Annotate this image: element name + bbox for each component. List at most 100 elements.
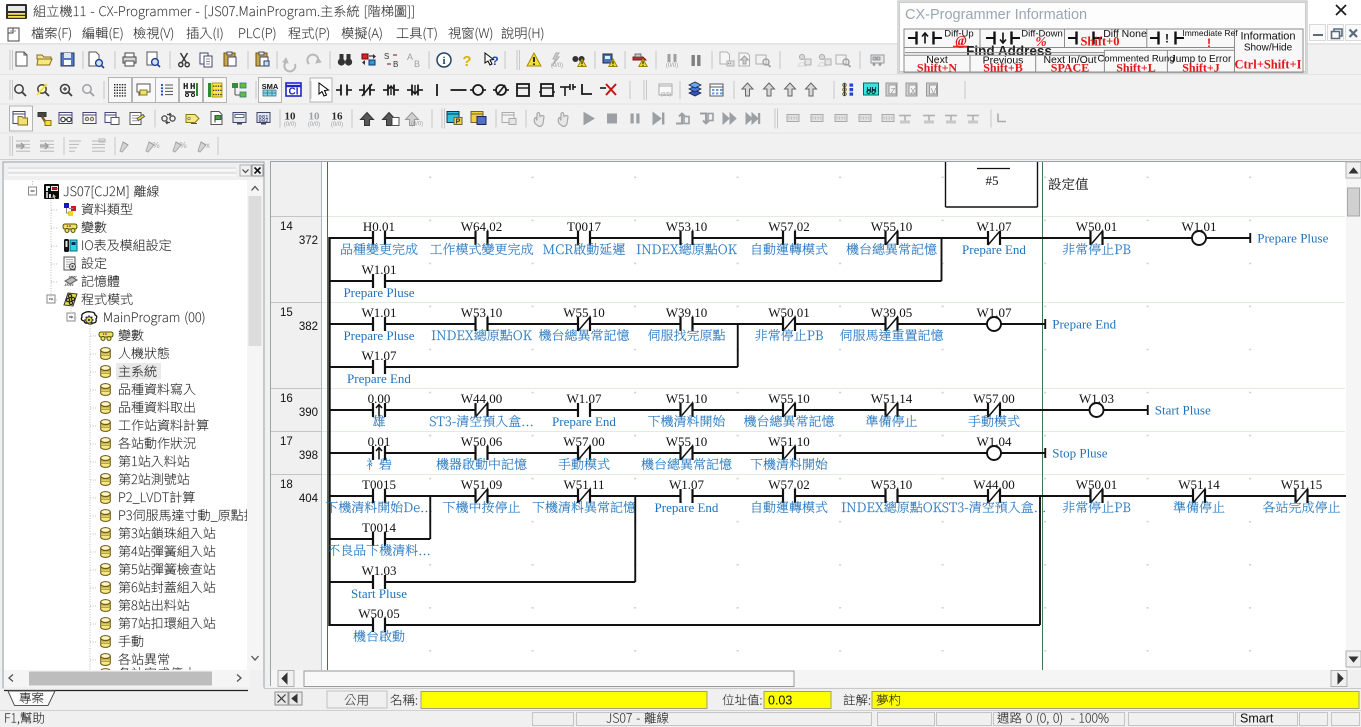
svg-text:16: 16: [280, 393, 293, 405]
svg-text:404: 404: [299, 493, 319, 505]
svg-text:W39.10: W39.10: [666, 305, 708, 320]
svg-text:?: ?: [462, 53, 471, 70]
svg-text:W53.10: W53.10: [666, 219, 708, 234]
svg-text:x: x: [206, 141, 210, 150]
svg-text:W55.10: W55.10: [563, 305, 605, 320]
svg-text:T0014: T0014: [362, 520, 396, 535]
svg-text:18: 18: [280, 479, 293, 491]
svg-text:W50.01: W50.01: [1076, 219, 1118, 234]
svg-text:Shift+J: Shift+J: [1182, 61, 1220, 75]
svg-text:(0/0): (0/0): [666, 63, 678, 69]
svg-text:W51.11: W51.11: [563, 477, 604, 492]
svg-text:W1.07: W1.07: [976, 219, 1012, 234]
svg-text:Shift+L: Shift+L: [1116, 61, 1156, 75]
svg-text:V: V: [931, 87, 937, 96]
svg-text:W53.10: W53.10: [461, 305, 503, 320]
svg-text:(0/0): (0/0): [331, 122, 343, 128]
svg-text:(0/0): (0/0): [284, 122, 296, 128]
svg-text:W1.07: W1.07: [361, 348, 397, 363]
svg-text:0.01: 0.01: [368, 434, 391, 449]
svg-text:W39.05: W39.05: [871, 305, 913, 320]
svg-text:?: ?: [491, 54, 498, 68]
svg-text:!: !: [1165, 32, 1169, 46]
svg-text:W1.03: W1.03: [1079, 391, 1114, 406]
svg-text:10: 10: [309, 111, 321, 123]
svg-text:P: P: [456, 119, 461, 126]
svg-text:W1.07: W1.07: [976, 305, 1012, 320]
svg-text:W50.01: W50.01: [768, 305, 810, 320]
svg-text:W57.00: W57.00: [973, 391, 1015, 406]
svg-text:W44.00: W44.00: [461, 391, 503, 406]
svg-text:16: 16: [332, 111, 344, 123]
svg-text:W51.10: W51.10: [666, 391, 708, 406]
svg-text:T0017: T0017: [567, 219, 601, 234]
svg-text:B: B: [393, 60, 398, 69]
svg-text:Prepare End: Prepare End: [347, 371, 411, 386]
svg-text:W1.07: W1.07: [566, 391, 602, 406]
svg-text:Prepare Pluse: Prepare Pluse: [343, 285, 414, 300]
svg-text:W51.15: W51.15: [1281, 477, 1323, 492]
svg-text:W53.10: W53.10: [871, 477, 913, 492]
svg-text:Shift+N: Shift+N: [917, 61, 958, 75]
svg-text:i: i: [442, 55, 445, 67]
svg-text:Prepare End: Prepare End: [962, 242, 1026, 257]
svg-text:X: X: [910, 87, 916, 96]
svg-text:Stop Pluse: Stop Pluse: [1052, 446, 1107, 461]
svg-text:W57.02: W57.02: [768, 219, 810, 234]
svg-text:W51.14: W51.14: [1178, 477, 1220, 492]
svg-text:Shift+B: Shift+B: [983, 61, 1023, 75]
svg-text:14: 14: [280, 221, 293, 233]
svg-text:B: B: [414, 59, 420, 69]
svg-text:W1.07: W1.07: [669, 477, 705, 492]
svg-text:Prepare End: Prepare End: [655, 500, 719, 515]
svg-text:%: %: [179, 141, 186, 150]
svg-text:!: !: [1207, 36, 1211, 50]
svg-text:Information: Information: [1240, 31, 1295, 43]
svg-text:Start Pluse: Start Pluse: [351, 586, 407, 601]
svg-text:A: A: [407, 52, 413, 62]
svg-text:Prepare Pluse: Prepare Pluse: [343, 328, 414, 343]
svg-text:W50.01: W50.01: [1076, 477, 1118, 492]
svg-text:W55.10: W55.10: [871, 219, 913, 234]
svg-text:W51.14: W51.14: [871, 391, 913, 406]
svg-text:H: H: [190, 82, 195, 92]
svg-text:(0/0): (0/0): [308, 122, 320, 128]
svg-text:H0.01: H0.01: [363, 219, 395, 234]
svg-text:W51.09: W51.09: [461, 477, 503, 492]
svg-text:Shift+0: Shift+0: [1080, 35, 1119, 49]
svg-text:W55.10: W55.10: [768, 391, 810, 406]
svg-text:390: 390: [299, 407, 318, 419]
svg-text:W50.06: W50.06: [461, 434, 503, 449]
svg-text:(0/0): (0/0): [411, 122, 423, 128]
svg-text:0.03: 0.03: [768, 694, 792, 708]
svg-text:Ctrl+Shift+I: Ctrl+Shift+I: [1234, 58, 1301, 72]
svg-text:W1.01: W1.01: [361, 262, 396, 277]
svg-text:%: %: [152, 141, 159, 150]
svg-text:Z: Z: [891, 87, 896, 96]
svg-text:#5: #5: [986, 173, 999, 188]
svg-text:S: S: [384, 52, 389, 61]
svg-text:W57.00: W57.00: [563, 434, 605, 449]
svg-text:W1.04: W1.04: [976, 434, 1012, 449]
svg-text:10: 10: [285, 111, 297, 123]
svg-text:(0/0): (0/0): [661, 92, 672, 98]
svg-text:Show/Hide: Show/Hide: [1244, 43, 1293, 54]
svg-text:398: 398: [299, 450, 318, 462]
svg-text:W44.00: W44.00: [973, 477, 1015, 492]
svg-text:Smart: Smart: [1240, 712, 1274, 726]
svg-text:Prepare End: Prepare End: [1052, 317, 1116, 332]
svg-text:Start Pluse: Start Pluse: [1155, 403, 1211, 418]
svg-text:H: H: [183, 82, 188, 92]
svg-text:SPACE: SPACE: [1051, 61, 1089, 75]
svg-text:Prepare Pluse: Prepare Pluse: [1257, 231, 1328, 246]
svg-text:W57.02: W57.02: [768, 477, 810, 492]
svg-text:W1.03: W1.03: [361, 563, 396, 578]
svg-text:W64.02: W64.02: [461, 219, 503, 234]
svg-text:17: 17: [280, 436, 293, 448]
svg-text:W51.10: W51.10: [768, 434, 810, 449]
svg-text:(0/0): (0/0): [551, 63, 563, 69]
svg-text:CX-Programmer Information: CX-Programmer Information: [905, 7, 1087, 23]
svg-text:W50.05: W50.05: [358, 606, 400, 621]
svg-text:382: 382: [299, 321, 318, 333]
svg-text:CI: CI: [289, 87, 299, 98]
